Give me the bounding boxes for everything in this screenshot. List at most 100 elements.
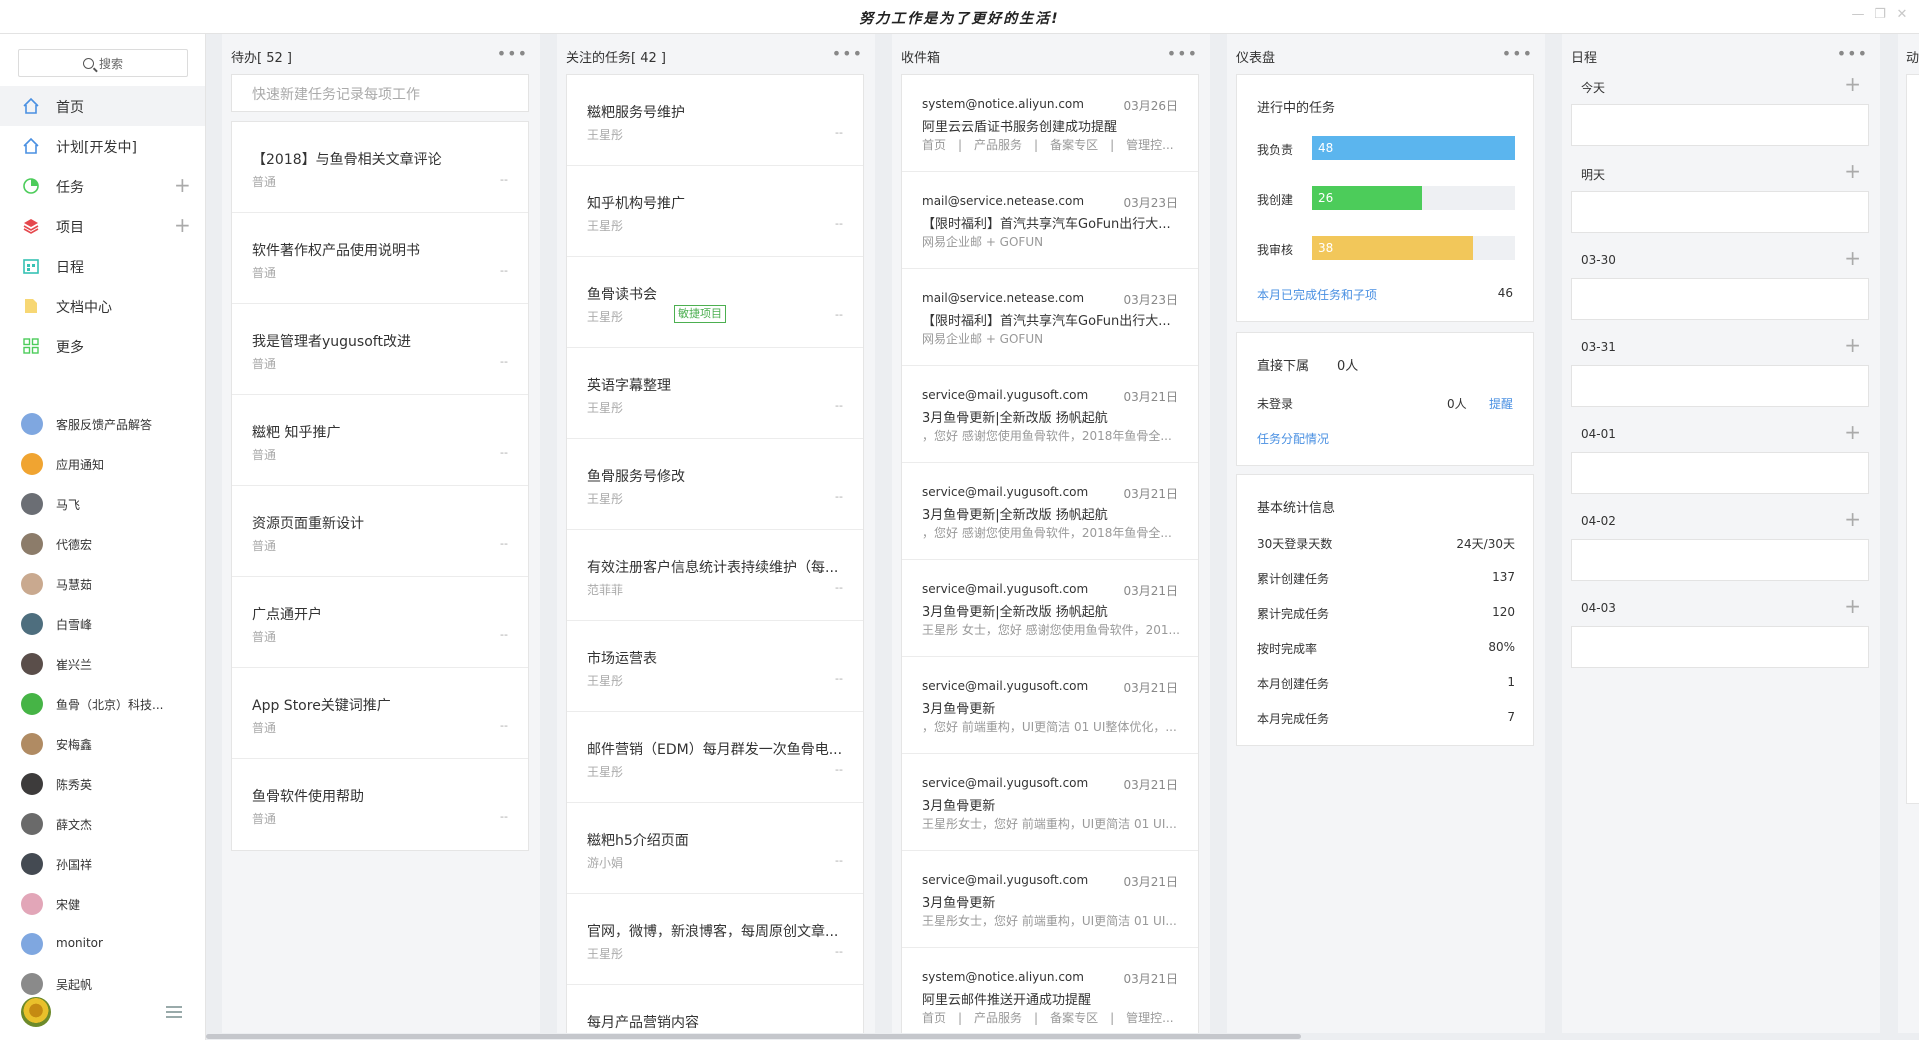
contact-item[interactable]: 崔兴兰: [0, 644, 205, 684]
more-icon[interactable]: •••: [832, 44, 863, 63]
add-event-icon[interactable]: +: [1844, 596, 1861, 616]
nav-item-label: 任务: [56, 180, 84, 196]
schedule-day-box[interactable]: [1571, 539, 1869, 581]
schedule-day-box[interactable]: [1571, 452, 1869, 494]
nav-item-2[interactable]: 任务 +: [0, 166, 205, 206]
task-card[interactable]: 广点通开户 普通 --: [232, 577, 528, 668]
task-card[interactable]: 糍粑h5介绍页面 游小娟 --: [567, 803, 863, 894]
completed-link[interactable]: 本月已完成任务和子项: [1257, 286, 1377, 303]
more-icon[interactable]: •••: [1837, 44, 1868, 63]
task-title: 每月产品营销内容: [587, 1015, 699, 1031]
task-card[interactable]: 鱼骨服务号修改 王星彤 --: [567, 439, 863, 530]
mail-item[interactable]: service@mail.yugusoft.com 03月21日 3月鱼骨更新|全新…: [902, 463, 1198, 560]
close-icon[interactable]: ✕: [1895, 8, 1909, 22]
task-card[interactable]: 英语字幕整理 王星彤 --: [567, 348, 863, 439]
progress-bar-row[interactable]: 我创建 26: [1257, 186, 1515, 210]
avatar: [21, 973, 43, 995]
contact-item[interactable]: monitor: [0, 924, 205, 964]
task-card[interactable]: 糍粑服务号维护 王星彤 --: [567, 75, 863, 166]
progress-bar-row[interactable]: 我审核 38: [1257, 236, 1515, 260]
contact-item[interactable]: 马飞: [0, 484, 205, 524]
stat-value: 80%: [1488, 640, 1515, 654]
horizontal-scrollbar[interactable]: [206, 1033, 1919, 1040]
schedule-day-box[interactable]: [1571, 365, 1869, 407]
task-card[interactable]: 【2018】与鱼骨相关文章评论 普通 --: [232, 122, 528, 213]
nav-item-3[interactable]: 项目 +: [0, 206, 205, 246]
subordinates-heading: 直接下属: [1257, 359, 1310, 374]
add-event-icon[interactable]: +: [1844, 422, 1861, 442]
task-due: --: [500, 719, 508, 732]
contact-item[interactable]: 薛文杰: [0, 804, 205, 844]
nav-item-1[interactable]: 计划[开发中]: [0, 126, 205, 166]
task-card[interactable]: 邮件营销（EDM）每月群发一次鱼骨电... 王星彤 --: [567, 712, 863, 803]
more-icon[interactable]: •••: [1167, 44, 1198, 63]
contact-item[interactable]: 白雪峰: [0, 604, 205, 644]
more-icon[interactable]: •••: [497, 44, 528, 63]
mail-item[interactable]: service@mail.yugusoft.com 03月21日 3月鱼骨更新|全新…: [902, 560, 1198, 657]
mail-item[interactable]: mail@service.netease.com 03月23日 【限时福利】首汽共享…: [902, 269, 1198, 366]
task-title: 【2018】与鱼骨相关文章评论: [252, 152, 442, 168]
nav-item-4[interactable]: 日程: [0, 246, 205, 286]
task-assignment-link[interactable]: 任务分配情况: [1257, 430, 1329, 447]
add-icon[interactable]: +: [174, 175, 191, 195]
task-meta: 王星彤: [587, 765, 624, 779]
add-event-icon[interactable]: +: [1844, 335, 1861, 355]
stat-value: 24天/30天: [1456, 537, 1515, 551]
contact-item[interactable]: 陈秀英: [0, 764, 205, 804]
mail-item[interactable]: service@mail.yugusoft.com 03月21日 3月鱼骨更新 ，您好…: [902, 657, 1198, 754]
contact-item[interactable]: 马慧茹: [0, 564, 205, 604]
mail-item[interactable]: service@mail.yugusoft.com 03月21日 3月鱼骨更新|全新…: [902, 366, 1198, 463]
add-event-icon[interactable]: +: [1844, 161, 1861, 181]
task-card[interactable]: 我是管理者yugusoft改进 普通 --: [232, 304, 528, 395]
schedule-day-box[interactable]: [1571, 104, 1869, 146]
task-card[interactable]: 鱼骨读书会 王星彤 -- 敏捷项目: [567, 257, 863, 348]
task-card[interactable]: 鱼骨软件使用帮助 普通 --: [232, 759, 528, 850]
add-event-icon[interactable]: +: [1844, 248, 1861, 268]
task-card[interactable]: 市场运营表 王星彤 --: [567, 621, 863, 712]
nav-item-5[interactable]: 文档中心: [0, 286, 205, 326]
quick-add-task-input[interactable]: 快速新建任务记录每项工作: [231, 74, 529, 112]
schedule-day-box[interactable]: [1571, 278, 1869, 320]
task-card[interactable]: 每月产品营销内容: [567, 985, 863, 1040]
mail-item[interactable]: system@notice.aliyun.com 03月21日 阿里云邮件推送开通成…: [902, 948, 1198, 1040]
contact-item[interactable]: 客服反馈产品解答: [0, 404, 205, 444]
add-icon[interactable]: +: [174, 215, 191, 235]
task-card[interactable]: 糍粑 知乎推广 普通 --: [232, 395, 528, 486]
task-card[interactable]: App Store关键词推广 普通 --: [232, 668, 528, 759]
mail-item[interactable]: mail@service.netease.com 03月23日 【限时福利】首汽共享…: [902, 172, 1198, 269]
remind-link[interactable]: 提醒: [1489, 395, 1513, 412]
add-event-icon[interactable]: +: [1844, 74, 1861, 94]
more-icon[interactable]: •••: [1502, 44, 1533, 63]
progress-bar-row[interactable]: 我负责 48: [1257, 136, 1515, 160]
task-meta: 普通: [252, 357, 277, 371]
schedule-day-box[interactable]: [1571, 191, 1869, 233]
mail-item[interactable]: system@notice.aliyun.com 03月26日 阿里云云盾证书服务创…: [902, 75, 1198, 172]
task-card[interactable]: 软件著作权产品使用说明书 普通 --: [232, 213, 528, 304]
contact-item[interactable]: 代德宏: [0, 524, 205, 564]
collapse-sidebar-icon[interactable]: [166, 1006, 182, 1020]
nav-item-0[interactable]: 首页: [0, 86, 205, 126]
mail-item[interactable]: service@mail.yugusoft.com 03月21日 3月鱼骨更新 王星彤…: [902, 851, 1198, 948]
search-box[interactable]: 搜索: [18, 49, 188, 77]
schedule-day-header: 03-30 +: [1571, 248, 1869, 271]
task-meta: 普通: [252, 539, 277, 553]
minimize-icon[interactable]: —: [1851, 8, 1865, 22]
task-card[interactable]: 有效注册客户信息统计表持续维护（每... 范菲菲 --: [567, 530, 863, 621]
mail-item[interactable]: service@mail.yugusoft.com 03月21日 3月鱼骨更新 王星彤…: [902, 754, 1198, 851]
user-avatar[interactable]: [21, 997, 51, 1027]
contact-name: 马慧茹: [56, 578, 93, 592]
contact-item[interactable]: 宋健: [0, 884, 205, 924]
task-card[interactable]: 资源页面重新设计 普通 --: [232, 486, 528, 577]
task-card[interactable]: 官网，微博，新浪博客，每周原创文章... 王星彤 --: [567, 894, 863, 985]
maximize-icon[interactable]: ❐: [1873, 8, 1887, 22]
schedule-day-box[interactable]: [1571, 626, 1869, 668]
task-card[interactable]: 知乎机构号推广 王星彤 --: [567, 166, 863, 257]
scrollbar-thumb[interactable]: [206, 1034, 1301, 1039]
contact-item[interactable]: 鱼骨（北京）科技...: [0, 684, 205, 724]
mail-preview: 网易企业邮 + GOFUN: [922, 332, 1044, 346]
nav-item-6[interactable]: 更多: [0, 326, 205, 366]
contact-item[interactable]: 安梅鑫: [0, 724, 205, 764]
contact-item[interactable]: 孙国祥: [0, 844, 205, 884]
add-event-icon[interactable]: +: [1844, 509, 1861, 529]
contact-item[interactable]: 应用通知: [0, 444, 205, 484]
